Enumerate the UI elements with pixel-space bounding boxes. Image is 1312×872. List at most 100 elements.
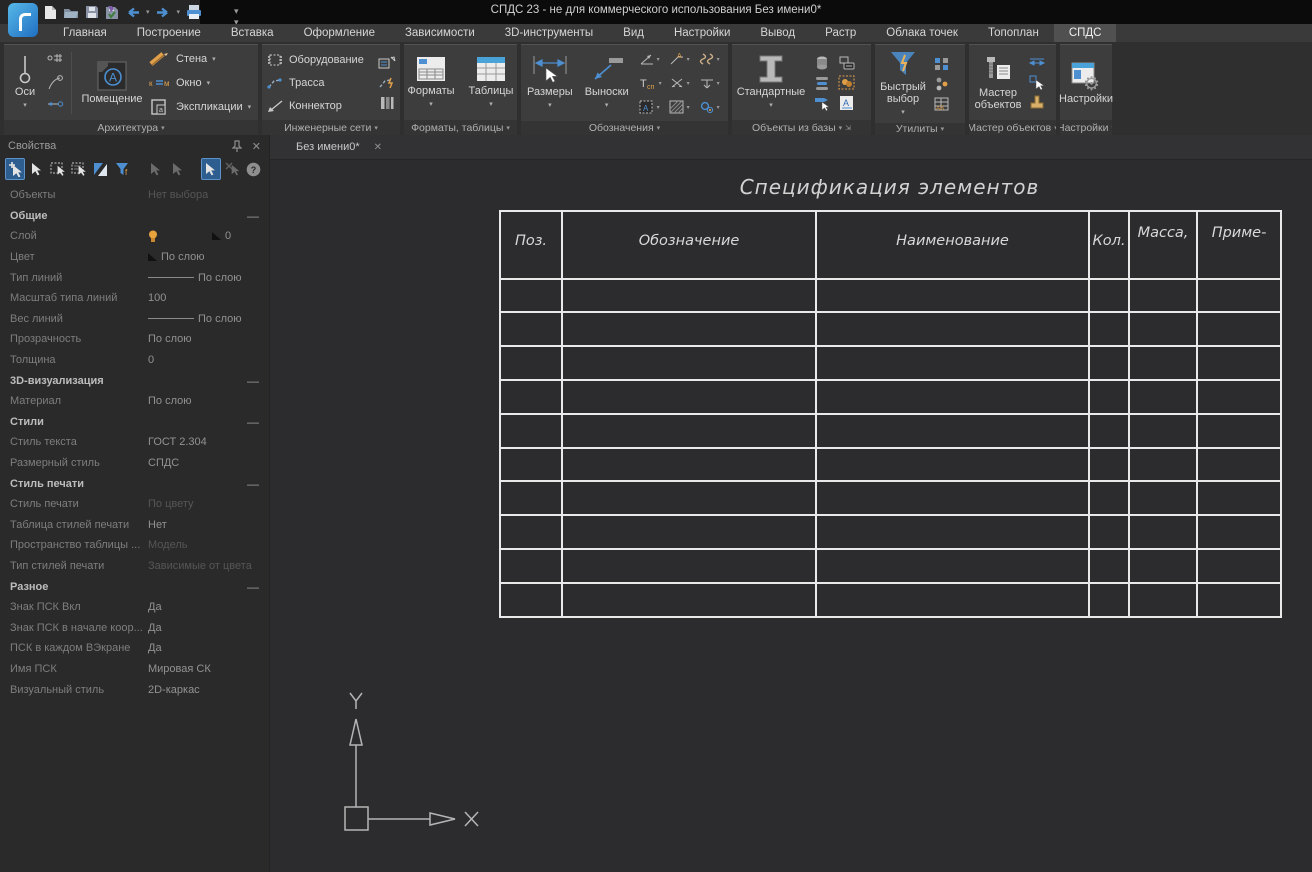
- cursor-icon[interactable]: [27, 159, 45, 179]
- master-dim-icon[interactable]: [1028, 56, 1046, 70]
- document-close-icon[interactable]: ✕: [374, 142, 382, 153]
- fasteners-icon[interactable]: [933, 76, 951, 92]
- axes-arc-icon[interactable]: [46, 74, 64, 92]
- app-logo[interactable]: [8, 3, 38, 37]
- text-frame-button[interactable]: A▾: [639, 100, 669, 114]
- text-sp-button[interactable]: Tсп▾: [639, 76, 669, 90]
- quick-select-icon[interactable]: [202, 159, 220, 179]
- route-button[interactable]: Трасса: [266, 72, 374, 94]
- help-icon[interactable]: ?: [245, 159, 263, 179]
- axes-button[interactable]: Оси▾: [8, 52, 42, 114]
- collapse-icon[interactable]: —: [247, 374, 259, 388]
- property-value[interactable]: Да: [148, 601, 259, 613]
- room-button[interactable]: A Помещение: [79, 59, 145, 107]
- select-add-icon[interactable]: 14">: [6, 159, 24, 179]
- property-value[interactable]: Нет: [148, 519, 259, 531]
- select-similar-icon[interactable]: [147, 159, 165, 179]
- dialog-launcher-icon[interactable]: ⇲: [845, 124, 851, 132]
- master-pick-icon[interactable]: [1028, 74, 1046, 90]
- route-power-icon[interactable]: [378, 75, 396, 91]
- property-value[interactable]: ГОСТ 2.304: [148, 436, 259, 448]
- collapse-icon[interactable]: —: [247, 477, 259, 491]
- wall-button[interactable]: Стена▾: [149, 48, 251, 70]
- ribbon-tab-3[interactable]: Вставка: [216, 24, 289, 42]
- property-value[interactable]: 0: [148, 230, 259, 243]
- object-master-button[interactable]: Мастер объектов: [973, 53, 1023, 113]
- screw-cursor-icon[interactable]: [813, 95, 831, 111]
- axes-ray-icon[interactable]: [46, 95, 64, 113]
- table-recognize-icon[interactable]: АВ: [933, 96, 951, 112]
- hatch-button[interactable]: ▾: [669, 100, 699, 114]
- property-value[interactable]: Мировая СК: [148, 663, 259, 675]
- group-expand-icon[interactable]: ▾: [374, 124, 378, 132]
- group-squares-icon[interactable]: [933, 56, 951, 72]
- select-previous-icon[interactable]: [168, 159, 186, 179]
- footing-icon[interactable]: [1028, 94, 1046, 110]
- ribbon-tab-11[interactable]: Облака точек: [871, 24, 973, 42]
- ribbon-tab-8[interactable]: Настройки: [659, 24, 745, 42]
- property-value[interactable]: По слою: [148, 333, 259, 345]
- fastener-select-icon[interactable]: [838, 75, 856, 91]
- quick-select-button[interactable]: Быстрый выбор▾: [879, 47, 927, 121]
- note-leader-button[interactable]: A▾: [669, 52, 699, 66]
- property-value[interactable]: 2D-каркас: [148, 684, 259, 696]
- leaders-button[interactable]: Выноски▾: [583, 52, 631, 114]
- section-mark-button[interactable]: ▾: [699, 52, 729, 66]
- ribbon-tab-2[interactable]: Построение: [122, 24, 216, 42]
- pipes-icon[interactable]: [378, 95, 396, 111]
- connector-button[interactable]: Коннектор: [266, 95, 374, 117]
- property-value[interactable]: Зависимые от цвета: [148, 560, 259, 572]
- pin-icon[interactable]: [232, 140, 242, 152]
- ribbon-tab-6[interactable]: 3D-инструменты: [490, 24, 608, 42]
- axes-grid-icon[interactable]: [46, 53, 64, 71]
- collapse-icon[interactable]: —: [247, 209, 259, 223]
- group-expand-icon[interactable]: ▾: [1054, 124, 1056, 132]
- window-select-icon[interactable]: 14">: [49, 159, 67, 179]
- property-value[interactable]: Модель: [148, 539, 259, 551]
- view-mark-button[interactable]: ▾: [699, 100, 729, 114]
- property-value[interactable]: По слою: [148, 251, 259, 263]
- property-value[interactable]: СПДС: [148, 457, 259, 469]
- property-value[interactable]: По слою: [148, 313, 259, 325]
- level-mark-button[interactable]: ▾: [699, 76, 729, 90]
- ribbon-tab-7[interactable]: Вид: [608, 24, 659, 42]
- standard-parts-button[interactable]: Стандартные▾: [736, 52, 806, 114]
- drawing-canvas[interactable]: Спецификация элементов Поз.ОбозначениеНа…: [270, 160, 1312, 872]
- property-value[interactable]: 0: [148, 354, 259, 366]
- group-text-icon[interactable]: A: [838, 95, 856, 111]
- detail-mark-icon[interactable]: [838, 55, 856, 71]
- group-expand-icon[interactable]: ▾: [1112, 124, 1113, 132]
- explications-button[interactable]: a Экспликации▾: [149, 96, 251, 118]
- equipment-list-icon[interactable]: [378, 55, 396, 71]
- property-value[interactable]: Нет выбора: [148, 189, 259, 201]
- panel-close-icon[interactable]: ✕: [252, 140, 261, 153]
- dimensions-button[interactable]: Размеры▾: [525, 52, 575, 114]
- selection-filter-icon[interactable]: f: [113, 159, 131, 179]
- ribbon-tab-12[interactable]: Топоплан: [973, 24, 1054, 42]
- tables-button[interactable]: Таблицы▾: [467, 53, 516, 113]
- collapse-icon[interactable]: —: [247, 415, 259, 429]
- property-value[interactable]: По слою: [148, 272, 259, 284]
- group-expand-icon[interactable]: ▾: [506, 124, 510, 132]
- property-value[interactable]: 100: [148, 292, 259, 304]
- crossing-select-icon[interactable]: 14">: [70, 159, 88, 179]
- group-expand-icon[interactable]: ▾: [941, 125, 945, 133]
- document-tab[interactable]: Без имени0* ✕: [296, 141, 382, 153]
- settings-button[interactable]: ⚙ Настройки: [1057, 59, 1115, 107]
- group-expand-icon[interactable]: ▾: [161, 124, 165, 132]
- formats-button[interactable]: Форматы▾: [406, 53, 457, 113]
- group-expand-icon[interactable]: ▾: [839, 124, 843, 132]
- property-value[interactable]: По слою: [148, 395, 259, 407]
- spec-table[interactable]: Поз.ОбозначениеНаименованиеКол.Масса,ед.…: [499, 210, 1282, 618]
- ribbon-tab-1[interactable]: Главная: [48, 24, 122, 42]
- invert-select-icon[interactable]: [92, 159, 110, 179]
- deselect-all-icon[interactable]: 14">: [223, 159, 241, 179]
- angle-dimension-button[interactable]: ▾: [639, 52, 669, 66]
- washer-stack-icon[interactable]: [813, 75, 831, 91]
- collapse-icon[interactable]: —: [247, 580, 259, 594]
- equipment-button[interactable]: Оборудование: [266, 49, 374, 71]
- ribbon-tab-13[interactable]: СПДС: [1054, 24, 1117, 42]
- group-expand-icon[interactable]: ▾: [657, 124, 661, 132]
- window-button[interactable]: км Окно▾: [149, 72, 251, 94]
- ribbon-tab-4[interactable]: Оформление: [289, 24, 390, 42]
